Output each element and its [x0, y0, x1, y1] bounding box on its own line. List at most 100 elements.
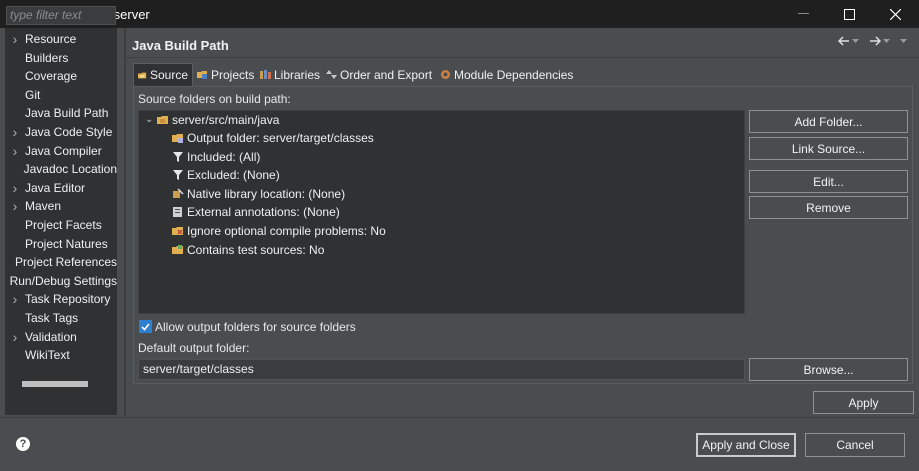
filter-input[interactable]: type filter text: [6, 6, 116, 25]
apply-button[interactable]: Apply: [813, 391, 914, 414]
nav-item-label: Project Natures: [25, 236, 108, 251]
nav-item-label: Task Repository: [25, 292, 111, 307]
maximize-icon: [843, 8, 855, 20]
nav-item-git[interactable]: Git: [5, 86, 117, 104]
tab-order-and-export[interactable]: Order and Export: [326, 63, 432, 86]
nav-item-project-facets[interactable]: Project Facets: [5, 216, 117, 234]
source-attribute-label: Ignore optional compile problems: No: [187, 224, 386, 238]
tab-bar: Source Projects Libraries Order and Expo…: [133, 63, 913, 86]
source-attribute-row[interactable]: Excluded: (None): [172, 166, 280, 184]
horizontal-scrollbar[interactable]: [5, 377, 117, 391]
nav-item-project-natures[interactable]: Project Natures: [5, 235, 117, 253]
back-arrow-icon: [838, 36, 849, 46]
maximize-button[interactable]: [826, 0, 872, 28]
nav-item-project-references[interactable]: Project References: [5, 253, 117, 271]
nav-item-label: Project References: [14, 255, 117, 270]
source-attribute-label: Output folder: server/target/classes: [187, 131, 374, 145]
output-folder-icon: [172, 134, 183, 143]
add-folder-button[interactable]: Add Folder...: [749, 110, 908, 133]
tab-label: Module Dependencies: [454, 67, 574, 82]
nav-item-resource[interactable]: › Resource: [5, 30, 117, 48]
tab-module-dependencies[interactable]: Module Dependencies: [440, 63, 573, 86]
chevron-down-icon[interactable]: ⌄: [145, 114, 153, 125]
remove-button[interactable]: Remove: [749, 196, 908, 219]
property-page-tree: › Resource Builders Coverage Git Java Build P…: [5, 28, 117, 415]
chevron-right-icon[interactable]: ›: [5, 143, 25, 159]
nav-item-label: Javadoc Location: [23, 162, 117, 177]
source-attribute-row[interactable]: Contains test sources: No: [172, 241, 324, 259]
nav-item-label: Git: [25, 87, 41, 102]
module-icon: [441, 70, 450, 79]
order-export-icon: [326, 70, 337, 79]
nav-item-label: Run/Debug Settings: [9, 273, 117, 288]
edit-button[interactable]: Edit...: [749, 170, 908, 193]
chevron-right-icon[interactable]: ›: [5, 180, 25, 196]
nav-item-java-build-path[interactable]: Java Build Path: [5, 104, 117, 123]
tab-libraries[interactable]: Libraries: [260, 63, 320, 86]
source-attribute-label: Included: (All): [187, 149, 261, 164]
default-output-field[interactable]: server/target/classes: [138, 359, 745, 380]
source-folder-tree[interactable]: ⌄ server/src/main/java Output folder: se…: [138, 110, 745, 314]
nav-item-run-debug-settings[interactable]: Run/Debug Settings: [5, 272, 117, 290]
apply-and-close-button[interactable]: Apply and Close: [696, 433, 796, 457]
source-attribute-row[interactable]: Included: (All): [172, 148, 260, 166]
nav-item-label: Maven: [25, 199, 62, 214]
tab-source[interactable]: Source: [133, 63, 193, 86]
chevron-right-icon[interactable]: ›: [5, 198, 25, 214]
projects-icon: [197, 71, 207, 79]
nav-item-maven[interactable]: › Maven: [5, 197, 117, 215]
chevron-right-icon[interactable]: ›: [5, 31, 25, 47]
native-lib-icon: [173, 188, 184, 198]
annotations-icon: [173, 207, 182, 218]
nav-item-label: Builders: [25, 50, 69, 65]
chevron-down-icon: [882, 39, 890, 43]
chevron-right-icon[interactable]: ›: [5, 124, 25, 140]
allow-output-checkbox[interactable]: [139, 320, 152, 333]
nav-item-task-repository[interactable]: › Task Repository: [5, 290, 117, 308]
page-title: Java Build Path: [132, 38, 229, 53]
nav-item-label: Task Tags: [25, 311, 79, 325]
link-source-button[interactable]: Link Source...: [749, 137, 908, 160]
back-menu-button[interactable]: [850, 34, 860, 48]
nav-item-javadoc-location[interactable]: Javadoc Location: [5, 160, 117, 178]
browse-button[interactable]: Browse...: [749, 358, 908, 381]
source-attribute-label: External annotations: (None): [187, 205, 340, 220]
nav-item-label: WikiText: [25, 348, 70, 363]
tab-label: Projects: [211, 67, 255, 82]
chevron-right-icon[interactable]: ›: [5, 329, 25, 345]
nav-item-java-code-style[interactable]: › Java Code Style: [5, 123, 117, 141]
minimize-icon: [797, 13, 809, 14]
view-menu-button[interactable]: [898, 34, 908, 48]
chevron-right-icon[interactable]: ›: [5, 291, 25, 307]
tab-label: Libraries: [274, 67, 321, 82]
nav-item-java-editor[interactable]: › Java Editor: [5, 179, 117, 197]
pane-splitter[interactable]: [124, 28, 126, 417]
nav-item-label: Java Build Path: [25, 106, 109, 121]
forward-menu-button[interactable]: [881, 34, 891, 48]
allow-output-label[interactable]: Allow output folders for source folders: [155, 320, 356, 334]
nav-item-builders[interactable]: Builders: [5, 49, 117, 67]
nav-item-validation[interactable]: › Validation: [5, 328, 117, 346]
source-attribute-row[interactable]: Ignore optional compile problems: No: [172, 222, 386, 240]
scrollbar-thumb[interactable]: [22, 381, 88, 387]
forward-arrow-icon: [870, 36, 881, 46]
minimize-button[interactable]: [780, 0, 826, 28]
close-button[interactable]: [872, 0, 918, 28]
help-icon[interactable]: ?: [16, 437, 30, 451]
source-folders-label: Source folders on build path:: [138, 92, 291, 106]
source-attribute-label: Contains test sources: No: [187, 242, 325, 257]
nav-item-label: Java Editor: [25, 180, 86, 195]
source-attribute-row[interactable]: External annotations: (None): [172, 203, 340, 221]
nav-item-coverage[interactable]: Coverage: [5, 67, 117, 85]
nav-item-task-tags[interactable]: Task Tags: [5, 309, 117, 327]
cancel-button[interactable]: Cancel: [805, 433, 905, 457]
nav-item-wikitext[interactable]: WikiText: [5, 346, 117, 364]
source-attribute-row[interactable]: Native library location: (None): [172, 185, 345, 203]
tab-projects[interactable]: Projects: [197, 63, 254, 86]
source-attribute-row[interactable]: Output folder: server/target/classes: [172, 129, 374, 147]
nav-item-java-compiler[interactable]: › Java Compiler: [5, 142, 117, 160]
nav-item-label: Resource: [25, 32, 77, 46]
source-folder-node[interactable]: server/src/main/java: [157, 111, 279, 129]
package-folder-icon: [157, 116, 168, 124]
nav-item-label: Java Compiler: [25, 143, 102, 158]
